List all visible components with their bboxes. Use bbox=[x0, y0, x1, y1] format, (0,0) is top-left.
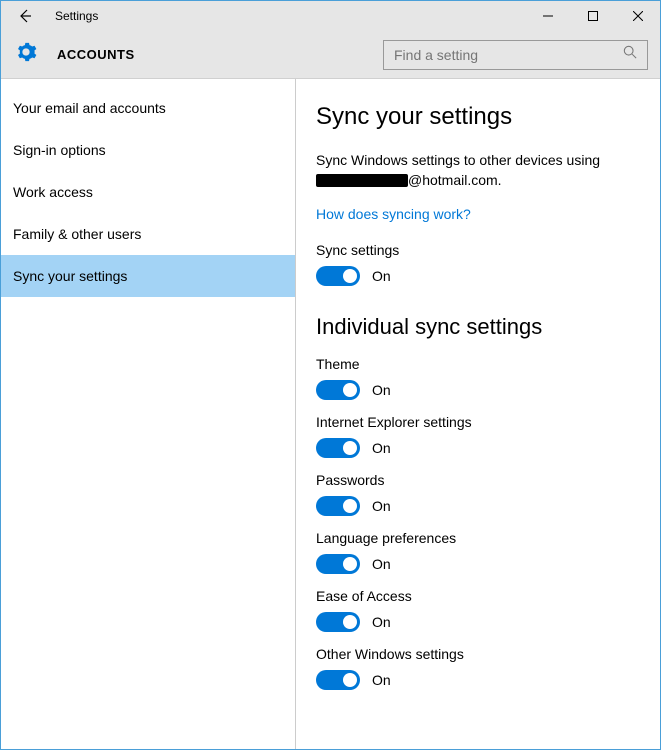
theme-state: On bbox=[372, 382, 391, 398]
ie-settings-label: Internet Explorer settings bbox=[316, 414, 640, 430]
other-windows-state: On bbox=[372, 672, 391, 688]
language-toggle[interactable] bbox=[316, 554, 360, 574]
ease-access-label: Ease of Access bbox=[316, 588, 640, 604]
ease-access-state: On bbox=[372, 614, 391, 630]
close-button[interactable] bbox=[615, 1, 660, 31]
sync-description: Sync Windows settings to other devices u… bbox=[316, 151, 640, 190]
redacted-email bbox=[316, 174, 408, 187]
individual-sync-title: Individual sync settings bbox=[316, 314, 640, 340]
other-windows-toggle[interactable] bbox=[316, 670, 360, 690]
sidebar-item-sync-settings[interactable]: Sync your settings bbox=[1, 255, 295, 297]
main-panel: Sync your settings Sync Windows settings… bbox=[296, 79, 660, 749]
sidebar: Your email and accounts Sign-in options … bbox=[1, 79, 296, 749]
sidebar-item-family-users[interactable]: Family & other users bbox=[1, 213, 295, 255]
window-title: Settings bbox=[55, 9, 98, 23]
ie-settings-toggle[interactable] bbox=[316, 438, 360, 458]
ease-access-toggle[interactable] bbox=[316, 612, 360, 632]
sync-settings-label: Sync settings bbox=[316, 242, 640, 258]
sidebar-item-email-accounts[interactable]: Your email and accounts bbox=[1, 87, 295, 129]
ie-settings-state: On bbox=[372, 440, 391, 456]
search-icon bbox=[623, 45, 637, 64]
search-box[interactable] bbox=[383, 40, 648, 70]
content: Your email and accounts Sign-in options … bbox=[1, 79, 660, 749]
theme-toggle[interactable] bbox=[316, 380, 360, 400]
close-icon bbox=[633, 11, 643, 21]
passwords-toggle[interactable] bbox=[316, 496, 360, 516]
passwords-label: Passwords bbox=[316, 472, 640, 488]
maximize-icon bbox=[588, 11, 598, 21]
how-syncing-works-link[interactable]: How does syncing work? bbox=[316, 206, 640, 222]
back-arrow-icon bbox=[17, 8, 33, 24]
sidebar-item-work-access[interactable]: Work access bbox=[1, 171, 295, 213]
gear-icon bbox=[15, 41, 37, 68]
theme-label: Theme bbox=[316, 356, 640, 372]
sidebar-item-signin-options[interactable]: Sign-in options bbox=[1, 129, 295, 171]
passwords-state: On bbox=[372, 498, 391, 514]
minimize-button[interactable] bbox=[525, 1, 570, 31]
language-state: On bbox=[372, 556, 391, 572]
minimize-icon bbox=[543, 11, 553, 21]
page-title: Sync your settings bbox=[316, 103, 640, 131]
header: ACCOUNTS bbox=[1, 31, 660, 79]
search-input[interactable] bbox=[394, 47, 623, 63]
other-windows-label: Other Windows settings bbox=[316, 646, 640, 662]
sync-settings-state: On bbox=[372, 268, 391, 284]
maximize-button[interactable] bbox=[570, 1, 615, 31]
language-label: Language preferences bbox=[316, 530, 640, 546]
titlebar: Settings bbox=[1, 1, 660, 31]
page-heading: ACCOUNTS bbox=[57, 47, 135, 62]
back-button[interactable] bbox=[13, 8, 37, 24]
sync-settings-toggle[interactable] bbox=[316, 266, 360, 286]
